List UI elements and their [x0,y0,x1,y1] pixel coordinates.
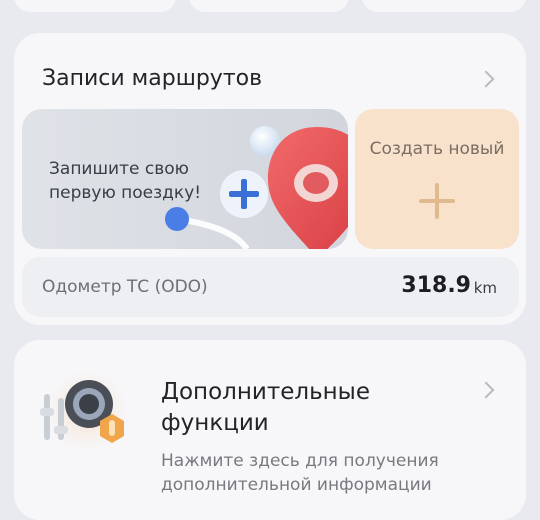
chevron-right-icon[interactable] [477,70,495,88]
top-card-1[interactable] [14,0,176,12]
odometer-value: 318.9 [401,273,471,298]
odometer-unit: km [473,279,497,297]
top-card-3[interactable] [362,0,526,12]
route-records-title: Записи маршрутов [42,66,263,91]
chevron-right-icon[interactable] [477,381,495,399]
settings-sliders-icon [35,359,139,463]
odometer-label: Одометр ТС (ODO) [42,277,208,297]
route-pin-illustration-icon [165,126,348,249]
odometer-row: Одометр ТС (ODO) 318.9 km [22,257,519,317]
top-card-2[interactable] [189,0,349,12]
plus-icon [419,183,455,219]
additional-functions-card[interactable]: Дополнительные функции Нажмите здесь для… [14,340,526,520]
create-new-label: Создать новый [369,139,505,159]
additional-functions-title: Дополнительные функции [161,379,370,436]
create-new-route-button[interactable]: Создать новый [355,109,519,249]
additional-functions-subtitle: Нажмите здесь для получения дополнительн… [161,451,439,495]
record-first-trip-banner[interactable]: Запишите свою первую поездку! [22,109,348,249]
route-records-card: Записи маршрутов Запишите свою первую по… [14,33,526,325]
